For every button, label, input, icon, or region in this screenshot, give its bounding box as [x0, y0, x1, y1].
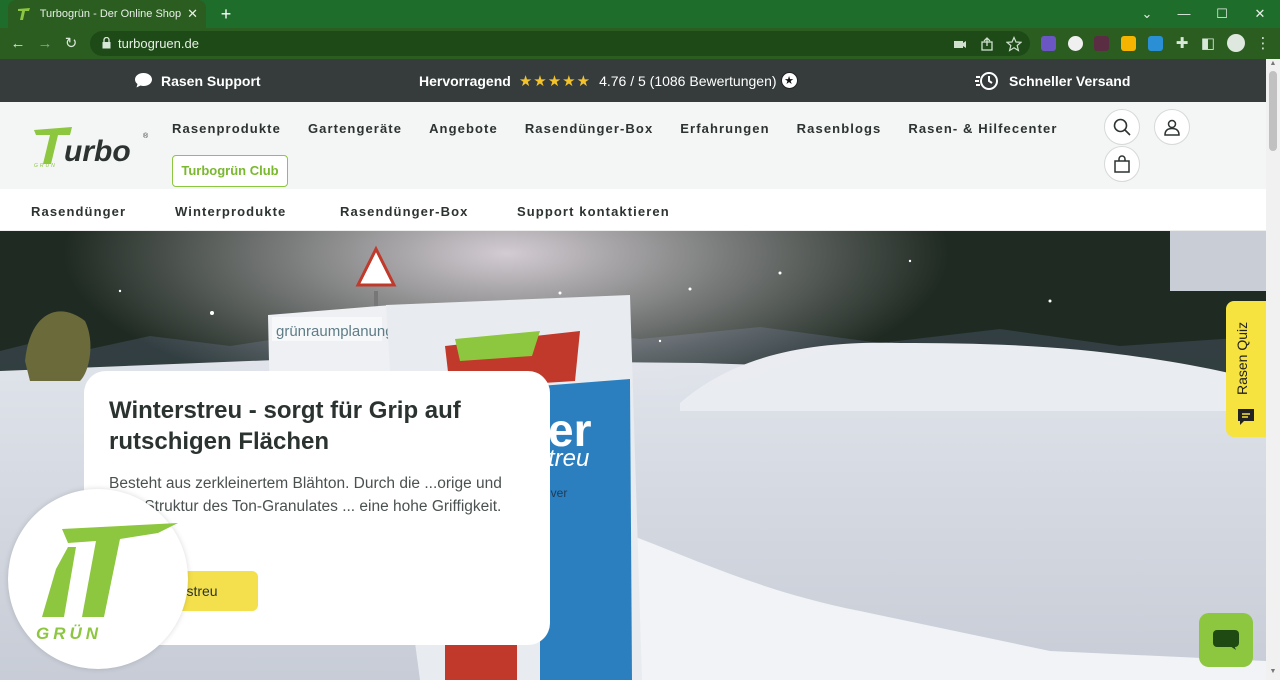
nav-gartengeraete[interactable]: Gartengeräte — [308, 121, 402, 136]
side-panel-icon[interactable]: ◧ — [1197, 33, 1219, 55]
shipping-info: Schneller Versand — [975, 59, 1130, 102]
window-close-icon[interactable]: ✕ — [1249, 4, 1271, 24]
category-subnav: Rasendünger Winterprodukte Rasendünger-B… — [0, 189, 1266, 231]
rating-stars: ★★★★★ — [518, 72, 592, 90]
lock-icon — [102, 37, 111, 49]
subnav-support[interactable]: Support kontaktieren — [517, 204, 670, 219]
main-navigation: Rasenprodukte Gartengeräte Angebote Rase… — [172, 121, 1085, 136]
nav-rasenduenger-box[interactable]: Rasendünger-Box — [525, 121, 653, 136]
quiz-label: Rasen Quiz — [1234, 321, 1250, 395]
turbogruen-club-button[interactable]: Turbogrün Club — [172, 155, 288, 187]
shipping-label: Schneller Versand — [1009, 72, 1131, 89]
svg-text:urbo: urbo — [64, 135, 131, 168]
rasen-quiz-tab[interactable]: Rasen Quiz — [1226, 301, 1266, 437]
rasen-support-link[interactable]: Rasen Support — [134, 59, 261, 102]
browser-tabbar: Turbogrün - Der Online Shop für ✕ + ⌄ — … — [0, 0, 1280, 28]
bag-brand-text: grünraumplanung — [276, 323, 394, 340]
shopping-bag-icon — [1114, 155, 1130, 173]
nav-rasenprodukte[interactable]: Rasenprodukte — [172, 121, 281, 136]
rating-summary[interactable]: Hervorragend ★★★★★ 4.76 / 5 (1086 Bewert… — [419, 59, 798, 102]
account-button[interactable] — [1154, 109, 1190, 145]
round-logo-text: GRÜN — [36, 624, 102, 643]
profile-avatar[interactable] — [1227, 34, 1245, 52]
scroll-up-icon[interactable]: ▲ — [1269, 60, 1277, 67]
svg-text:®: ® — [143, 132, 149, 140]
forward-icon[interactable]: → — [34, 33, 56, 55]
announcement-bar: Rasen Support Hervorragend ★★★★★ 4.76 / … — [0, 59, 1266, 102]
new-tab-icon[interactable]: + — [216, 4, 236, 24]
nav-hilfecenter[interactable]: Rasen- & Hilfecenter — [908, 121, 1057, 136]
page-scrollbar[interactable]: ▲ ▼ — [1266, 59, 1280, 680]
search-icon — [1113, 118, 1131, 136]
chat-icon — [1213, 630, 1239, 650]
quiz-chat-icon — [1238, 409, 1254, 425]
browser-tab[interactable]: Turbogrün - Der Online Shop für ✕ — [8, 0, 206, 28]
user-icon — [1164, 119, 1180, 136]
rating-label: Hervorragend — [419, 72, 511, 89]
turbogruen-emblem-icon: GRÜN — [36, 523, 178, 643]
extension-icon[interactable] — [1041, 36, 1056, 51]
puzzle-extensions-icon[interactable]: ✚ — [1171, 33, 1193, 55]
subnav-rasenduenger[interactable]: Rasendünger — [31, 204, 126, 219]
share-icon[interactable] — [979, 36, 995, 52]
chat-widget-button[interactable] — [1199, 613, 1253, 667]
back-icon[interactable]: ← — [7, 33, 29, 55]
svg-text:treu: treu — [548, 445, 589, 472]
tab-title: Turbogrün - Der Online Shop für — [39, 8, 182, 20]
scroll-down-icon[interactable]: ▼ — [1269, 668, 1277, 675]
hero-title: Winterstreu - sorgt für Grip auf rutschi… — [109, 397, 461, 455]
trusted-shops-badge-icon: ★ — [780, 72, 798, 89]
svg-text:iver: iver — [548, 486, 567, 500]
turbo-favicon-icon — [16, 6, 32, 22]
fast-delivery-icon — [975, 71, 998, 90]
drive-icon[interactable] — [1121, 36, 1136, 51]
search-button[interactable] — [1104, 109, 1140, 145]
chat-bubble-icon — [135, 73, 152, 88]
extension-icon[interactable] — [1068, 36, 1083, 51]
camera-icon[interactable] — [952, 36, 968, 52]
subnav-rasenduenger-box[interactable]: Rasendünger-Box — [340, 204, 468, 219]
bookmark-star-icon[interactable] — [1006, 36, 1022, 52]
subnav-winterprodukte[interactable]: Winterprodukte — [175, 204, 286, 219]
rating-text: 4.76 / 5 (1086 Bewertungen) — [599, 72, 777, 89]
minimize-icon[interactable]: — — [1173, 4, 1195, 24]
tab-search-icon[interactable]: ⌄ — [1136, 4, 1158, 24]
reload-icon[interactable]: ↻ — [60, 33, 82, 55]
turbogruen-round-logo: GRÜN — [8, 489, 188, 669]
hero-banner: grünraumplanung er treu iver Winterstreu… — [0, 231, 1266, 680]
nav-erfahrungen[interactable]: Erfahrungen — [680, 121, 769, 136]
support-label: Rasen Support — [161, 72, 261, 89]
extension-icon[interactable] — [1148, 36, 1163, 51]
site-header: urbo ® GRÜN Rasenprodukte Gartengeräte A… — [0, 102, 1266, 189]
extension-icon[interactable] — [1094, 36, 1109, 51]
turbo-logo[interactable]: urbo ® GRÜN — [32, 124, 152, 168]
cart-button[interactable] — [1104, 146, 1140, 182]
url-text: turbogruen.de — [118, 36, 199, 51]
address-bar[interactable]: turbogruen.de — [90, 31, 1030, 56]
browser-toolbar: ← → ↻ turbogruen.de ✚ ◧ ⋮ — [0, 28, 1280, 59]
nav-angebote[interactable]: Angebote — [429, 121, 498, 136]
menu-dots-icon[interactable]: ⋮ — [1252, 33, 1274, 55]
tab-close-icon[interactable]: ✕ — [187, 6, 198, 22]
nav-rasenblogs[interactable]: Rasenblogs — [797, 121, 882, 136]
scrollbar-thumb[interactable] — [1269, 71, 1277, 151]
svg-text:GRÜN: GRÜN — [34, 162, 57, 168]
maximize-icon[interactable]: ☐ — [1211, 4, 1233, 24]
